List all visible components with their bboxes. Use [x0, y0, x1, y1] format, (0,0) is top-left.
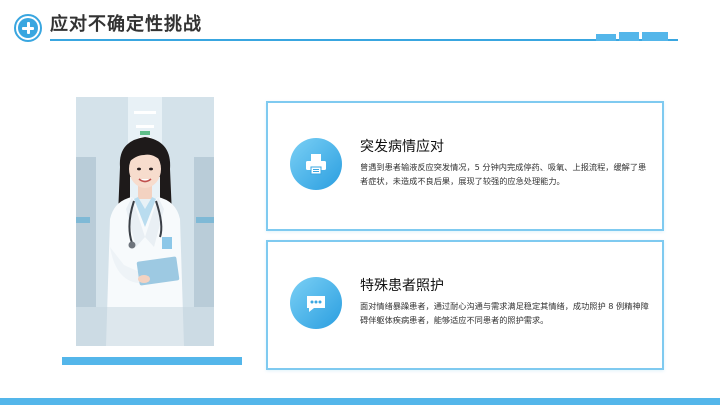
footer-bar: [0, 398, 720, 405]
header-block: [642, 32, 668, 41]
card-text: 曾遇到患者输液反应突发情况，5 分钟内完成停药、吸氧、上报流程，缓解了患者症状，…: [360, 162, 647, 186]
header-decoration: [596, 32, 668, 41]
card-title: 突发病情应对: [360, 139, 444, 155]
chat-bubble-icon: [290, 277, 342, 329]
photo-accent-bar: [62, 357, 242, 365]
header-block: [596, 34, 616, 41]
header-logo: [14, 14, 42, 42]
printer-icon: [290, 138, 342, 190]
card-title: 特殊患者照护: [360, 278, 444, 294]
header-block: [619, 32, 639, 41]
medical-cross-icon: [18, 18, 38, 38]
header-divider: [50, 39, 678, 41]
card-special-care: 特殊患者照护 面对情绪暴躁患者，通过耐心沟通与需求满足稳定其情绪，成功照护 8 …: [266, 240, 664, 370]
page-title: 应对不确定性挑战: [50, 14, 202, 35]
doctor-photo: [76, 97, 214, 346]
doctor-illustration: [76, 97, 214, 346]
card-text: 面对情绪暴躁患者，通过耐心沟通与需求满足稳定其情绪，成功照护 8 例精神障碍伴躯…: [360, 301, 649, 325]
card-emergency-response: 突发病情应对 曾遇到患者输液反应突发情况，5 分钟内完成停药、吸氧、上报流程，缓…: [266, 101, 664, 231]
